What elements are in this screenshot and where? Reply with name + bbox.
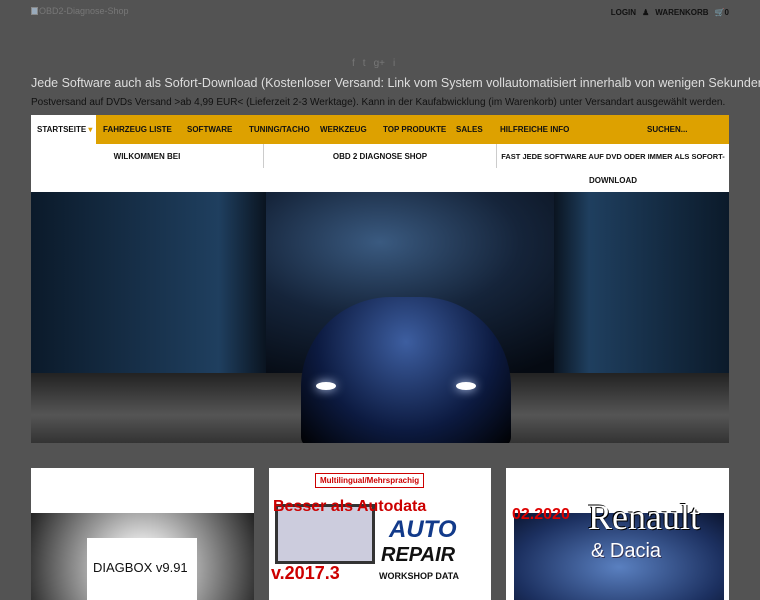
notice-line-2: Postversand auf DVDs Versand >ab 4,99 EU… (31, 97, 726, 108)
login-link[interactable]: LOGIN (611, 8, 636, 17)
logo-alt-text: OBD2-Diagnose-Shop (39, 6, 129, 16)
auto-logo-text: AUTO (389, 516, 457, 543)
user-links: LOGIN ♟ WARENKORB 🛒0 (611, 8, 729, 17)
submenu-welcome[interactable]: WILKOMMEN BEI (31, 144, 263, 168)
submenu-download-line2[interactable]: DOWNLOAD (497, 168, 729, 192)
cart-link[interactable]: WARENKORB (655, 8, 708, 17)
product-headline: Besser als Autodata (273, 498, 427, 515)
main-nav: STARTSEITE ▾ FAHRZEUG LISTE SOFTWARE TUN… (31, 115, 729, 144)
multilingual-tag: Multilingual/Mehrsprachig (315, 473, 425, 488)
headlight (456, 382, 476, 390)
nav-hilfreiche-info[interactable]: HILFREICHE INFO (500, 125, 569, 134)
hero-banner-image (31, 192, 729, 443)
nav-label: STARTSEITE (37, 125, 87, 134)
nav-startseite[interactable]: STARTSEITE ▾ (31, 115, 96, 144)
product-card-renault[interactable]: 02.2020 Renault & Dacia (506, 468, 729, 600)
product-brand: Renault (588, 497, 700, 537)
google-plus-icon[interactable]: g+ (374, 58, 385, 69)
broken-image-icon (31, 7, 38, 15)
product-title: DIAGBOX v9.91 (93, 560, 188, 575)
user-icon: ♟ (642, 8, 650, 17)
facebook-icon[interactable]: f (352, 58, 355, 69)
caret-down-icon: ▾ (88, 125, 93, 134)
nav-tuning-tacho[interactable]: TUNING/TACHO (249, 125, 310, 134)
submenu: WILKOMMEN BEI OBD 2 DIAGNOSE SHOP FAST J… (31, 144, 729, 192)
cart-icon[interactable]: 🛒0 (715, 8, 729, 17)
product-card-autorepair[interactable]: Multilingual/Mehrsprachig Besser als Aut… (269, 468, 491, 600)
logo[interactable]: OBD2-Diagnose-Shop (31, 6, 129, 16)
search-button[interactable]: SUCHEN... (647, 125, 687, 134)
nav-top-produkte[interactable]: TOP PRODUKTE (383, 125, 446, 134)
car-image (301, 297, 511, 443)
nav-sales[interactable]: SALES (456, 125, 483, 134)
notice-line-1: Jede Software auch als Sofort-Download (… (31, 76, 760, 90)
twitter-icon[interactable]: t (363, 58, 366, 69)
nav-software[interactable]: SOFTWARE (187, 125, 232, 134)
workshop-data-text: WORKSHOP DATA (379, 571, 459, 581)
diagbox-label-box: DIAGBOX v9.91 (87, 538, 197, 600)
headlight (316, 382, 336, 390)
social-links: f t g+ i (352, 58, 395, 69)
nav-fahrzeug-liste[interactable]: FAHRZEUG LISTE (103, 125, 172, 134)
repair-logo-text: REPAIR (381, 544, 456, 566)
product-card-diagbox[interactable]: DIAGBOX v9.91 (31, 468, 254, 600)
product-date: 02.2020 (512, 506, 570, 523)
nav-werkzeug[interactable]: WERKZEUG (320, 125, 367, 134)
product-subbrand: & Dacia (591, 540, 662, 562)
submenu-download-line1[interactable]: FAST JEDE SOFTWARE AUF DVD ODER IMMER AL… (497, 144, 729, 168)
cart-count: 0 (724, 8, 729, 17)
submenu-shop[interactable]: OBD 2 DIAGNOSE SHOP (264, 144, 496, 168)
product-version: v.2017.3 (271, 563, 340, 583)
instagram-icon[interactable]: i (393, 58, 395, 69)
